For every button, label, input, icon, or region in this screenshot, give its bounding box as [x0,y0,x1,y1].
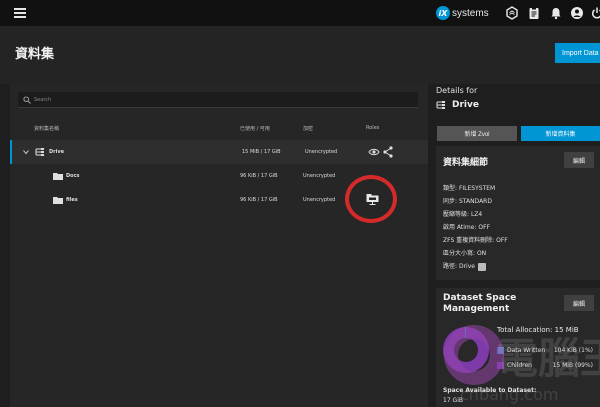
detail-path: 路徑: Drive [443,261,486,271]
dataset-used: 15 MiB / 17 GiB [242,149,281,155]
table-row-drive[interactable]: Drive 15 MiB / 17 GiB Unencrypted [10,140,428,164]
space-available-label: Space Available to Dataset: [443,387,537,394]
jobs-icon[interactable] [527,6,541,20]
details-dataset-name-text: Drive [452,100,479,110]
truecommand-icon[interactable] [505,6,519,20]
detail-sync: 同步: STANDARD [443,198,492,205]
legend-label: Data Written [507,347,546,354]
edit-details-button[interactable]: 編輯 [564,152,594,168]
detail-case-sensitivity: 區分大小寫: ON [443,250,487,257]
detail-type: 類型: FILESYSTEM [443,185,496,192]
account-icon[interactable] [570,6,584,20]
legend-label: Children [507,362,532,369]
dataset-tree-icon [35,148,44,156]
chevron-down-icon[interactable] [23,149,29,155]
card-title-line2: Management [443,304,510,314]
page-header: 資料集 Import Data [0,26,600,84]
detail-dedup: ZFS 重複資料刪除: OFF [443,237,508,244]
legend-value: 104 KiB (1%) [553,347,593,354]
space-donut-chart [443,327,489,373]
detail-atime: 啟用 Atime: OFF [443,224,491,231]
highlight-circle [345,175,397,223]
column-header-used[interactable]: 已使用 / 可用 [240,125,270,132]
dataset-tree-icon [436,101,445,109]
column-header-encryption[interactable]: 加密 [303,125,313,132]
column-header-roles[interactable]: Roles [366,125,379,131]
dataset-encryption: Unencrypted [305,149,338,155]
legend-swatch [497,347,504,354]
edit-space-button[interactable]: 編輯 [564,295,594,311]
add-zvol-button[interactable]: 新增 Zvol [437,126,517,141]
dataset-used: 96 KiB / 17 GiB [240,197,278,203]
total-allocation: Total Allocation: 15 MiB [497,326,579,334]
space-available-value: 17 GiB [443,397,463,404]
legend-value: 15 MiB (99%) [552,362,593,369]
import-data-button[interactable]: Import Data [555,43,600,63]
roles-share-link-icon[interactable] [383,146,393,158]
card-title-line1: Dataset Space [443,293,517,303]
legend-swatch [497,362,504,369]
logo-text: systems [452,7,489,19]
top-bar: iX systems [0,0,600,26]
search-icon [23,96,31,104]
dataset-name: files [66,197,78,203]
folder-icon [53,197,63,204]
ixsystems-logo: iX systems [436,5,489,21]
power-icon[interactable] [590,6,600,20]
detail-compression: 壓縮等級: LZ4 [443,211,483,218]
menu-icon[interactable] [14,8,26,18]
details-for-label: Details for [436,86,478,95]
add-dataset-button[interactable]: 新增資料集 [521,126,600,141]
copy-path-icon[interactable] [477,262,486,271]
details-dataset-name: Drive [436,100,479,110]
search-input[interactable] [34,94,404,106]
notifications-icon[interactable] [549,6,563,20]
page-title: 資料集 [15,47,55,62]
legend-children: Children 15 MiB (99%) [497,362,593,369]
search-field[interactable] [18,92,418,108]
dataset-name: Drive [49,149,64,155]
column-header-name[interactable]: 資料集名稱 [34,125,59,132]
dataset-used: 96 KiB / 17 GiB [240,173,278,179]
dataset-encryption: Unencrypted [303,197,336,203]
folder-icon [53,173,63,180]
logo-badge: iX [436,6,450,20]
dataset-name: Docs [66,173,80,179]
dataset-tree-panel [10,84,428,407]
card-title: 資料集細節 [443,158,489,168]
dataset-encryption: Unencrypted [303,173,336,179]
roles-share-icon[interactable] [368,147,380,157]
legend-data-written: Data Written 104 KiB (1%) [497,347,593,354]
